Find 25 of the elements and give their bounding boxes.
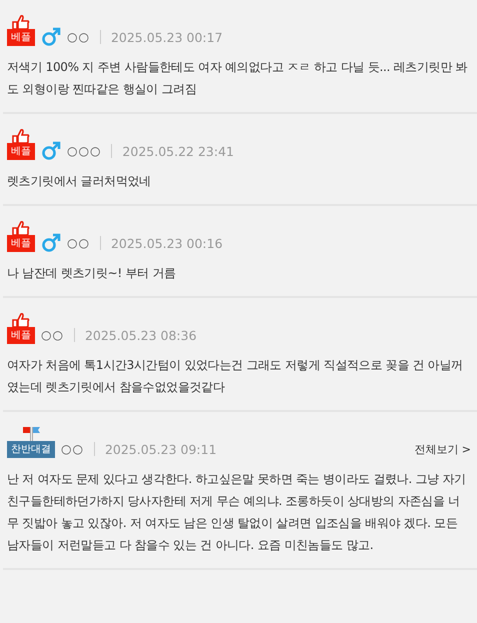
- badge-label: 베플: [7, 327, 35, 344]
- thumbs-up-icon: [12, 128, 30, 144]
- view-all-link[interactable]: 전체보기 >: [414, 441, 471, 458]
- comment-date: 2025.05.23 00:16: [110, 235, 223, 252]
- badge-label: 베플: [7, 143, 35, 160]
- comment-text: 여자가 처음에 톡1시간3시간텀이 있었다는건 그래도 저렇게 직설적으로 꽂을 건 아닐꺼였는데 렛츠기릿에서 참을수없었을것같다: [7, 357, 464, 396]
- comment-date: 2025.05.23 09:11: [104, 441, 217, 458]
- author-name[interactable]: ○○: [61, 441, 84, 458]
- author-name[interactable]: ○○: [67, 235, 90, 252]
- badge-label: 베플: [7, 29, 35, 46]
- thumbs-up-icon: [12, 220, 30, 236]
- comment-date: 2025.05.23 08:36: [84, 327, 197, 344]
- comment-text: 저색기 100% 지 주변 사람들한테도 여자 예의없다고 ㅈㄹ 하고 다닐 듯... 레츠기릿만 봐도 외형이랑 찐따같은 행실이 그려짐: [7, 59, 468, 98]
- badge-label: 찬반대결: [7, 441, 55, 458]
- author-name[interactable]: ○○: [67, 29, 90, 46]
- comment-date: 2025.05.22 23:41: [122, 143, 234, 160]
- comment-text: 난 저 여자도 문제 있다고 생각한다. 하고싶은말 못하면 죽는 병이라도 걸렸나. 그냥 자기 친구들한테하던가하지 당사자한테 저게 무슨 예의냐. 조롱하듯이 상대방의 자존심을 너무 짓밟아 놓고 있잖아. 저 여자도 남은 인생 탈없이 살려면 입조심을 배워야 겠다. 모든 남자들이 저런말듣고 다 참을수 있는 건 아니다. 요즘 미친놈들도 많고.: [7, 471, 467, 554]
- badge-label: 베플: [7, 235, 35, 252]
- comment-text: 렛츠기릿에서 글러처먹었네: [7, 173, 152, 190]
- comment-date: 2025.05.23 00:17: [110, 29, 223, 46]
- author-name[interactable]: ○○○: [67, 143, 102, 160]
- thumbs-up-icon: [12, 14, 30, 30]
- thumbs-up-icon: [12, 312, 30, 328]
- author-name[interactable]: ○○: [41, 327, 64, 344]
- comment-text: 나 남잔데 렛츠기릿~! 부터 거름: [7, 265, 177, 282]
